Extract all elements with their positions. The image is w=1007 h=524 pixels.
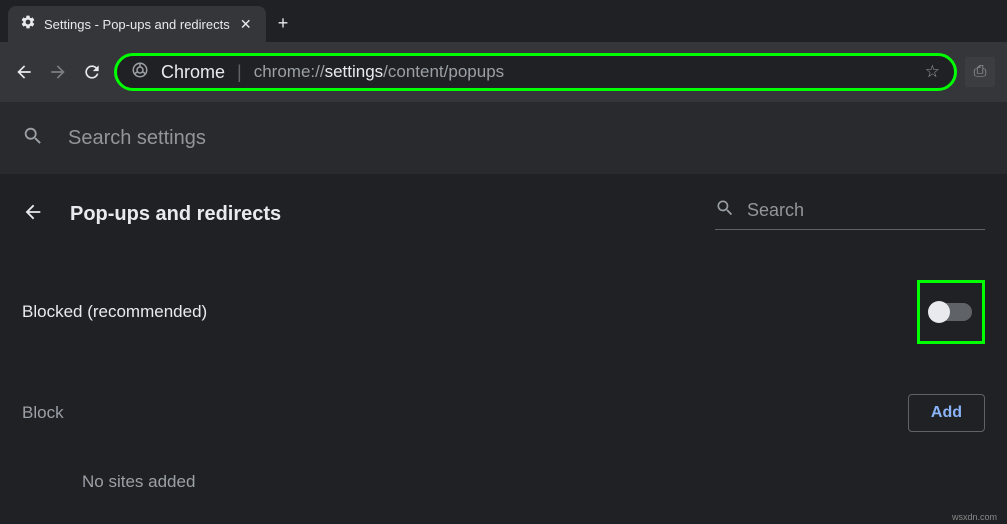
search-icon [22,125,44,152]
address-url: chrome://settings/content/popups [254,62,913,82]
address-bar[interactable]: Chrome | chrome://settings/content/popup… [114,53,957,91]
active-tab[interactable]: Settings - Pop-ups and redirects ✕ [8,6,266,42]
browser-toolbar: Chrome | chrome://settings/content/popup… [0,42,1007,102]
address-wrap: Chrome | chrome://settings/content/popup… [114,53,995,91]
page-title: Pop-ups and redirects [70,203,689,226]
block-empty-text: No sites added [22,472,985,492]
tab-title: Settings - Pop-ups and redirects [44,17,230,32]
inline-search[interactable]: Search [715,198,985,230]
blocked-label: Blocked (recommended) [22,302,207,322]
close-icon[interactable]: ✕ [238,16,254,32]
gear-icon [20,14,36,35]
toggle-highlight [917,280,985,344]
new-tab-button[interactable]: + [278,13,289,34]
tab-bar: Settings - Pop-ups and redirects ✕ + [0,0,1007,42]
search-settings-placeholder: Search settings [68,127,206,150]
address-product: Chrome [161,62,225,83]
bookmark-star-icon[interactable]: ☆ [925,62,940,82]
block-section-header: Block Add [22,394,985,432]
inline-search-placeholder: Search [747,200,804,221]
search-settings-bar[interactable]: Search settings [0,102,1007,174]
pdf-extension-icon[interactable]: ⎙ [965,57,995,87]
search-icon [715,198,735,223]
content-header: Pop-ups and redirects Search [22,198,985,230]
forward-button[interactable] [46,60,70,84]
back-button[interactable] [12,60,36,84]
add-button[interactable]: Add [908,394,985,432]
block-label: Block [22,403,64,423]
watermark: wsxdn.com [952,512,997,522]
reload-button[interactable] [80,60,104,84]
blocked-toggle-row: Blocked (recommended) [22,280,985,344]
address-separator: | [237,62,242,83]
blocked-toggle[interactable] [930,303,972,321]
chrome-icon [131,61,149,84]
back-arrow-icon[interactable] [22,201,44,228]
settings-content: Pop-ups and redirects Search Blocked (re… [0,174,1007,492]
